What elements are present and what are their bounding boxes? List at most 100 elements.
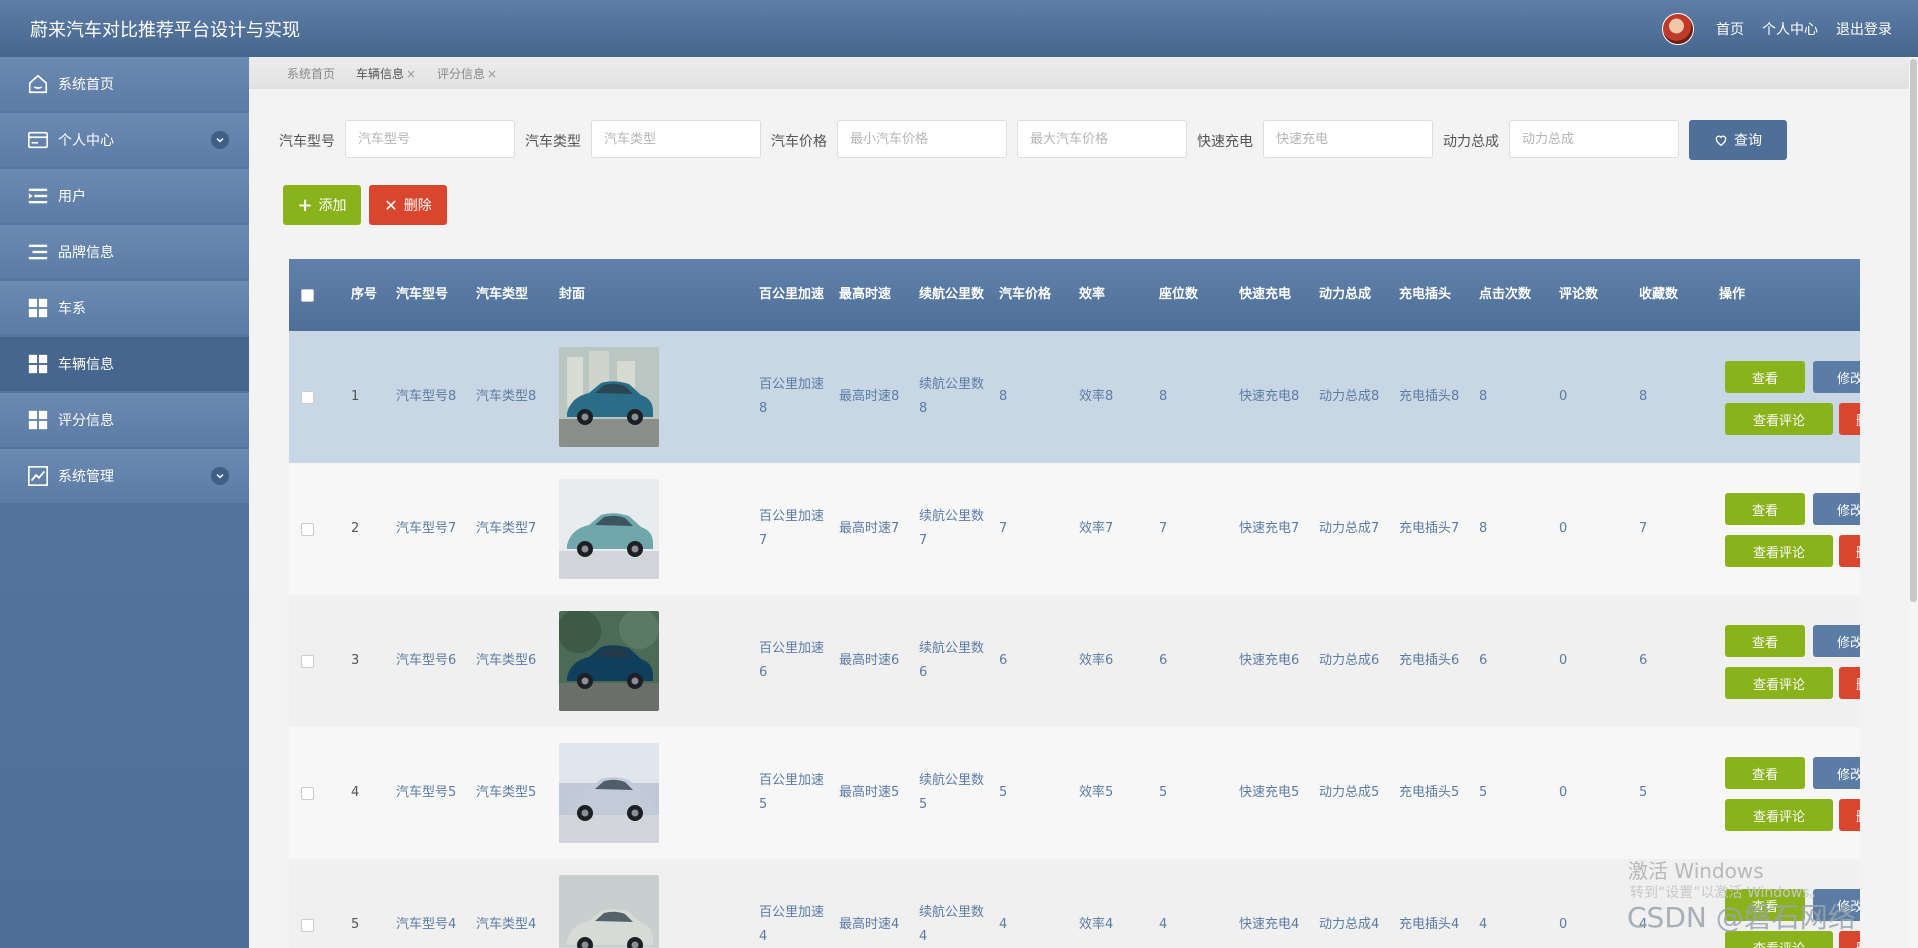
fast-charge-input[interactable] — [1263, 120, 1433, 158]
sidebar-item-4[interactable]: 车系 — [0, 281, 249, 335]
page-scrollbar[interactable] — [1909, 57, 1918, 948]
close-icon[interactable]: × — [406, 67, 416, 81]
cell-model: 汽车型号4 — [396, 917, 457, 932]
sidebar-item-1[interactable]: 个人中心 — [0, 113, 249, 167]
sidebar-item-label: 个人中心 — [58, 133, 114, 149]
column-header: 最高时速 — [839, 287, 892, 302]
cell-favorites: 5 — [1639, 785, 1648, 800]
home-link[interactable]: 首页 — [1716, 19, 1744, 39]
cell-speed: 最高时速4 — [839, 917, 900, 932]
tab-system-home[interactable]: 系统首页 — [287, 65, 335, 82]
car-model-input[interactable] — [345, 120, 515, 158]
edit-button[interactable]: 修改 — [1813, 493, 1860, 525]
delete-button[interactable]: ✕ 删除 — [369, 185, 447, 225]
sidebar: 系统首页个人中心用户品牌信息车系车辆信息评分信息系统管理 — [0, 57, 249, 948]
chevron-down-icon[interactable] — [211, 131, 229, 149]
row-checkbox[interactable] — [301, 654, 314, 668]
label-fast-charge: 快速充电 — [1197, 134, 1253, 150]
heart-icon — [1715, 135, 1727, 147]
profile-link[interactable]: 个人中心 — [1762, 19, 1818, 39]
edit-button[interactable]: 修改 — [1813, 625, 1860, 657]
view-comments-button[interactable]: 查看评论 — [1725, 667, 1833, 699]
select-all-checkbox-cell — [301, 259, 314, 331]
column-header: 序号 — [351, 287, 378, 302]
sidebar-item-3[interactable]: 品牌信息 — [0, 225, 249, 279]
close-icon[interactable]: × — [487, 67, 497, 81]
scroll-thumb[interactable] — [1910, 59, 1917, 602]
row-delete-button[interactable]: 删除 — [1839, 535, 1860, 567]
close-icon: ✕ — [384, 195, 398, 215]
sidebar-item-label: 车系 — [58, 301, 86, 317]
cell-seats: 4 — [1159, 917, 1168, 932]
view-button[interactable]: 查看 — [1725, 757, 1805, 789]
cell-price: 5 — [999, 785, 1008, 800]
sidebar-item-0[interactable]: 系统首页 — [0, 57, 249, 111]
view-button[interactable]: 查看 — [1725, 361, 1805, 393]
sidebar-item-label: 评分信息 — [58, 413, 114, 429]
cell-clicks: 5 — [1479, 785, 1488, 800]
min-price-input[interactable] — [837, 120, 1007, 158]
cell-type: 汽车类型8 — [476, 389, 537, 404]
row-checkbox[interactable] — [301, 390, 314, 404]
column-header: 点击次数 — [1479, 287, 1532, 302]
cell-range: 续航公里数5 — [919, 773, 985, 812]
row-checkbox[interactable] — [301, 786, 314, 800]
column-header: 收藏数 — [1639, 287, 1679, 302]
max-price-input[interactable] — [1017, 120, 1187, 158]
cell-seats: 5 — [1159, 785, 1168, 800]
sidebar-item-7[interactable]: 系统管理 — [0, 449, 249, 503]
view-button[interactable]: 查看 — [1725, 493, 1805, 525]
sidebar-item-5[interactable]: 车辆信息 — [0, 337, 249, 391]
cell-accel: 百公里加速8 — [759, 377, 825, 416]
cell-powertrain: 动力总成8 — [1319, 389, 1380, 404]
cell-fast-charge: 快速充电4 — [1239, 917, 1300, 932]
cell-range: 续航公里数8 — [919, 377, 985, 416]
query-button[interactable]: 查询 — [1689, 120, 1787, 160]
car-cover-image — [559, 743, 659, 843]
tab-vehicle-info[interactable]: 车辆信息 × — [356, 65, 416, 82]
add-button[interactable]: + 添加 — [283, 185, 361, 225]
sidebar-item-label: 用户 — [58, 189, 86, 205]
home-icon — [26, 72, 50, 96]
row-checkbox[interactable] — [301, 522, 314, 536]
cell-powertrain: 动力总成6 — [1319, 653, 1380, 668]
edit-button[interactable]: 修改 — [1813, 757, 1860, 789]
cell-accel: 百公里加速7 — [759, 509, 825, 548]
view-comments-button[interactable]: 查看评论 — [1725, 403, 1833, 435]
row-delete-button[interactable]: 删除 — [1839, 667, 1860, 699]
cell-type: 汽车类型5 — [476, 785, 537, 800]
view-comments-button[interactable]: 查看评论 — [1725, 535, 1833, 567]
column-header: 动力总成 — [1319, 287, 1372, 302]
cover-cell — [559, 859, 659, 948]
cell-powertrain: 动力总成7 — [1319, 521, 1380, 536]
tab-rating-info[interactable]: 评分信息 × — [437, 65, 497, 82]
sidebar-item-2[interactable]: 用户 — [0, 169, 249, 223]
edit-button[interactable]: 修改 — [1813, 361, 1860, 393]
cell-efficiency: 效率4 — [1079, 917, 1114, 932]
view-button[interactable]: 查看 — [1725, 625, 1805, 657]
row-delete-button[interactable]: 删除 — [1839, 799, 1860, 831]
sidebar-item-6[interactable]: 评分信息 — [0, 393, 249, 447]
cell-index: 2 — [351, 521, 360, 536]
logout-link[interactable]: 退出登录 — [1836, 19, 1892, 39]
row-checkbox-cell — [301, 859, 314, 948]
card-icon — [26, 128, 50, 152]
cell-speed: 最高时速7 — [839, 521, 900, 536]
cell-index: 5 — [351, 917, 360, 932]
column-header: 评论数 — [1559, 287, 1599, 302]
powertrain-input[interactable] — [1509, 120, 1679, 158]
select-all-checkbox[interactable] — [301, 288, 314, 302]
car-type-input[interactable] — [591, 120, 761, 158]
plus-icon: + — [297, 194, 313, 216]
row-checkbox[interactable] — [301, 918, 314, 932]
csdn-watermark: CSDN @磐石网络 — [1627, 901, 1856, 934]
row-delete-button[interactable]: 删除 — [1839, 403, 1860, 435]
avatar[interactable] — [1662, 12, 1694, 45]
cell-index: 1 — [351, 389, 360, 404]
row-checkbox-cell — [301, 727, 314, 859]
chevron-down-icon[interactable] — [211, 467, 229, 485]
chart-icon — [26, 464, 50, 488]
cell-range: 续航公里数7 — [919, 509, 985, 548]
cell-efficiency: 效率6 — [1079, 653, 1114, 668]
view-comments-button[interactable]: 查看评论 — [1725, 799, 1833, 831]
